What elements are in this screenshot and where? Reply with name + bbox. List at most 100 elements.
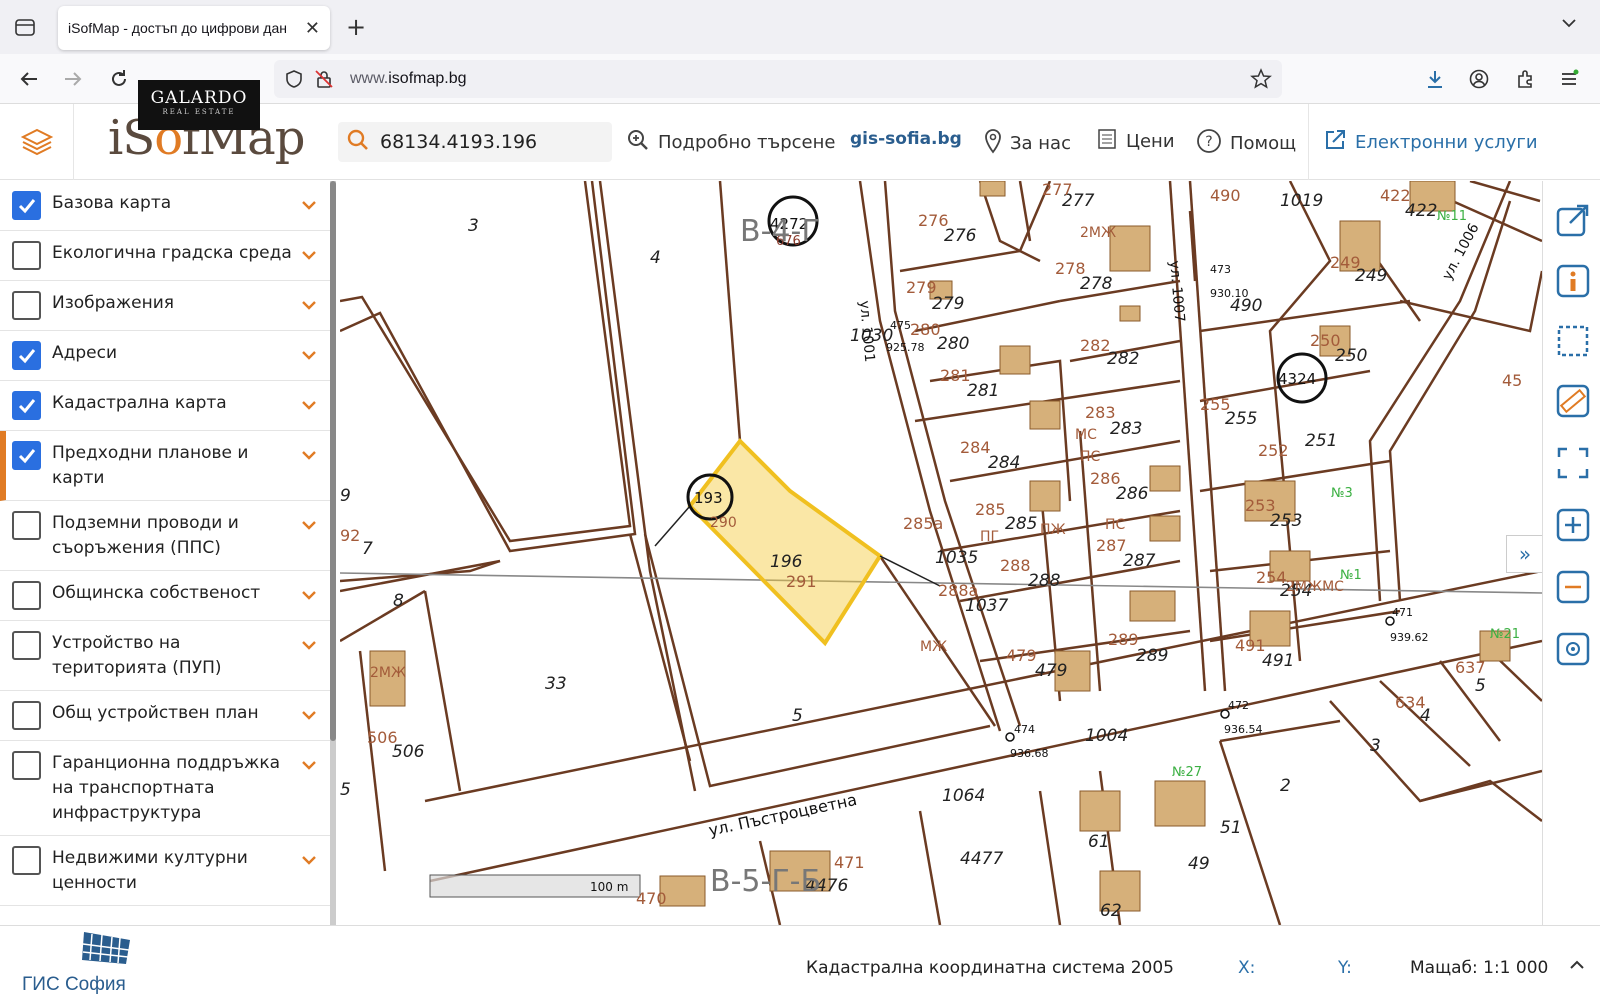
chevron-down-icon[interactable] — [300, 757, 318, 776]
layer-row-addresses[interactable]: Адреси — [0, 331, 330, 381]
account-icon[interactable] — [1466, 66, 1492, 92]
parcel-label: 1019 — [1280, 191, 1323, 211]
layer-checkbox[interactable] — [12, 511, 41, 540]
chevron-down-icon[interactable] — [300, 637, 318, 656]
back-arrow-icon[interactable] — [16, 66, 42, 92]
layer-row-ecology[interactable]: Екологична градска среда — [0, 231, 330, 281]
building-type-label: ПС — [1080, 449, 1101, 465]
layer-row-base-map[interactable]: Базова карта — [0, 181, 330, 231]
zoom-out-icon[interactable] — [1553, 567, 1593, 607]
gis-sofia-link[interactable]: gis-sofia.bg — [850, 129, 962, 149]
layer-checkbox[interactable] — [12, 341, 41, 370]
layer-row-images[interactable]: Изображения — [0, 281, 330, 331]
expand-panel-button[interactable]: » — [1506, 535, 1544, 573]
help-link[interactable]: ? Помощ — [1196, 128, 1296, 159]
parcel-label: 286 — [1116, 484, 1149, 504]
parcel-label: 5 — [340, 780, 351, 800]
layer-label: Изображения — [52, 293, 175, 313]
close-icon[interactable]: ✕ — [305, 18, 320, 39]
eservices-link[interactable]: Електронни услуги — [1323, 128, 1538, 157]
layer-row-cadastre[interactable]: Кадастрална карта — [0, 381, 330, 431]
extensions-icon[interactable] — [1512, 66, 1538, 92]
parcel-label: 634 — [1395, 693, 1426, 712]
parcel-label: 289 — [1136, 646, 1168, 666]
map-canvas[interactable]: 100 m 3 4 276 277 278 279 280 281 282 28… — [340, 181, 1542, 925]
url-host: isofmap.bg — [388, 70, 467, 87]
layer-row-cultural[interactable]: Недвижими културни ценности — [0, 836, 330, 906]
chevron-down-icon[interactable] — [300, 707, 318, 726]
select-icon[interactable] — [1553, 321, 1593, 361]
layer-checkbox[interactable] — [12, 441, 41, 470]
about-link[interactable]: За нас — [984, 128, 1071, 159]
url-text: www.isofmap.bg — [350, 70, 467, 88]
parcel-label: 491 — [1235, 636, 1266, 655]
chevron-down-icon[interactable] — [300, 852, 318, 871]
chevron-down-icon[interactable] — [1560, 14, 1578, 36]
layer-row-municipal[interactable]: Общинска собственост — [0, 571, 330, 621]
chevron-down-icon[interactable] — [300, 517, 318, 536]
external-link-icon[interactable] — [1553, 201, 1593, 241]
parcel-label: 490 — [1210, 186, 1241, 205]
layers-icon[interactable] — [0, 104, 74, 180]
search-input[interactable] — [380, 131, 600, 153]
layer-row-transport[interactable]: Гаранционна поддръжка на транспортната и… — [0, 741, 330, 836]
parcel-label: 1004 — [1085, 726, 1128, 746]
reload-icon[interactable] — [106, 66, 132, 92]
parcel-label: 491 — [1262, 651, 1294, 671]
locate-icon[interactable] — [1553, 629, 1593, 669]
layer-row-general-plan[interactable]: Общ устройствен план — [0, 691, 330, 741]
layer-checkbox[interactable] — [12, 191, 41, 220]
layer-checkbox[interactable] — [12, 846, 41, 875]
prices-link[interactable]: Цени — [1096, 128, 1175, 155]
plus-icon[interactable]: + — [346, 13, 366, 41]
chevron-down-icon[interactable] — [300, 397, 318, 416]
help-icon: ? — [1196, 128, 1230, 159]
layer-checkbox[interactable] — [12, 701, 41, 730]
info-icon[interactable] — [1553, 261, 1593, 301]
cadastral-map[interactable]: 100 m 3 4 276 277 278 279 280 281 282 28… — [340, 181, 1542, 925]
chevron-up-icon[interactable] — [1568, 956, 1586, 978]
browser-tab[interactable]: iSofMap - достъп до цифрови дан ✕ — [58, 6, 330, 50]
chevron-down-icon[interactable] — [300, 297, 318, 316]
layers-sidebar: Базова карта Екологична градска среда Изоб… — [0, 181, 336, 925]
svg-text:?: ? — [1205, 134, 1212, 150]
parcel-label: 1064 — [942, 786, 985, 806]
layer-checkbox[interactable] — [12, 631, 41, 660]
parcel-label: 422 — [1380, 186, 1411, 205]
zoom-in-icon[interactable] — [1553, 505, 1593, 545]
parcel-label: 288 — [1000, 556, 1031, 575]
layer-row-zoning[interactable]: Устройство на територията (ПУП) — [0, 621, 330, 691]
parcel-label: 251 — [1305, 431, 1337, 451]
layer-checkbox[interactable] — [12, 581, 41, 610]
elevation-label: 473 — [1210, 263, 1231, 276]
chevron-down-icon[interactable] — [300, 447, 318, 466]
measure-icon[interactable] — [1553, 381, 1593, 421]
layer-row-previous-plans[interactable]: Предходни планове и карти — [0, 431, 330, 501]
sidebar-scrollbar-thumb[interactable] — [330, 181, 336, 741]
download-icon[interactable] — [1422, 66, 1448, 92]
chevron-down-icon[interactable] — [300, 587, 318, 606]
layer-checkbox[interactable] — [12, 751, 41, 780]
layer-checkbox[interactable] — [12, 291, 41, 320]
street-name: ул. 1001 — [856, 300, 877, 363]
chevron-down-icon[interactable] — [300, 197, 318, 216]
chevron-down-icon[interactable] — [300, 247, 318, 266]
layer-checkbox[interactable] — [12, 241, 41, 270]
advanced-search-link[interactable]: Подробно търсене — [626, 128, 835, 157]
menu-icon[interactable] — [1556, 66, 1582, 92]
parcel-label: 276 — [944, 226, 977, 246]
forward-arrow-icon[interactable] — [60, 66, 86, 92]
tab-list-icon[interactable] — [14, 16, 36, 38]
shield-icon[interactable] — [284, 69, 304, 93]
search-icon[interactable] — [346, 128, 370, 156]
star-icon[interactable] — [1250, 68, 1272, 94]
layer-row-underground[interactable]: Подземни проводи и съоръжения (ППС) — [0, 501, 330, 571]
parcel-label: 2 — [1280, 776, 1291, 796]
lock-strike-icon[interactable] — [314, 69, 334, 93]
elevation-label: 939.62 — [1390, 631, 1429, 644]
fullscreen-icon[interactable] — [1553, 443, 1593, 483]
map-scale[interactable]: Мащаб: 1:1 000 — [1410, 958, 1548, 978]
address-bar[interactable]: www.isofmap.bg — [274, 60, 1282, 98]
chevron-down-icon[interactable] — [300, 347, 318, 366]
layer-checkbox[interactable] — [12, 391, 41, 420]
